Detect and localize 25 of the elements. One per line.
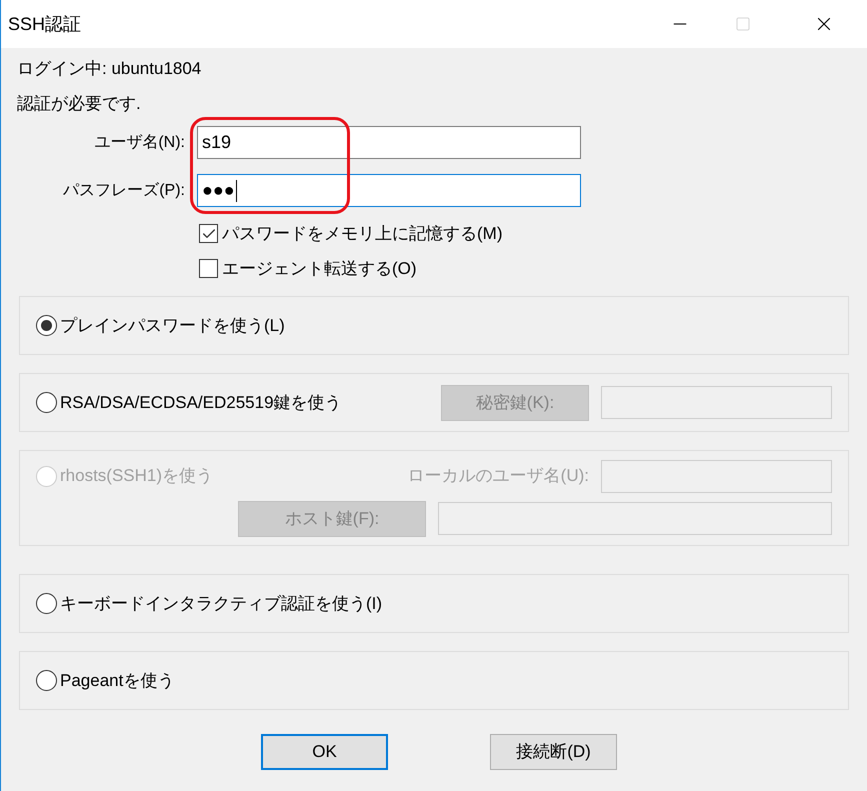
- field-label: ローカルのユーザ名(U):: [408, 465, 589, 488]
- radio-option[interactable]: Pageantを使う: [36, 668, 174, 694]
- field-label: パスフレーズ(P):: [62, 180, 186, 200]
- radio-option[interactable]: プレインパスワードを使う(L): [36, 312, 285, 338]
- text-cursor: [236, 180, 237, 202]
- field-label: ユーザ名(N):: [93, 132, 186, 152]
- window-title: SSH認証: [8, 12, 82, 36]
- login-info: ログイン中: ubuntu1804: [17, 58, 202, 80]
- checkbox-option[interactable]: パスワードをメモリ上に記憶する(M): [199, 221, 849, 246]
- radio-button[interactable]: [36, 593, 57, 614]
- checkbox[interactable]: [199, 258, 218, 278]
- radio-button[interactable]: [36, 392, 57, 413]
- radio-button[interactable]: [36, 315, 57, 336]
- radio-option[interactable]: キーボードインタラクティブ認証を使う(I): [36, 590, 382, 616]
- dialog-button[interactable]: 接続断(D): [490, 734, 617, 770]
- input-field[interactable]: ●●●: [197, 174, 581, 207]
- dialog-button[interactable]: OK: [261, 734, 388, 770]
- status-message: 認証が必要です.: [17, 93, 142, 115]
- input-field[interactable]: s19: [197, 126, 581, 159]
- checkbox-option[interactable]: エージェント転送する(O): [199, 256, 849, 281]
- field-value: ●●●: [202, 179, 235, 202]
- radio-button[interactable]: [36, 670, 57, 691]
- checkbox[interactable]: [199, 224, 218, 244]
- field-value: s19: [202, 131, 232, 154]
- radio-option[interactable]: RSA/DSA/ECDSA/ED25519鍵を使う: [36, 390, 342, 416]
